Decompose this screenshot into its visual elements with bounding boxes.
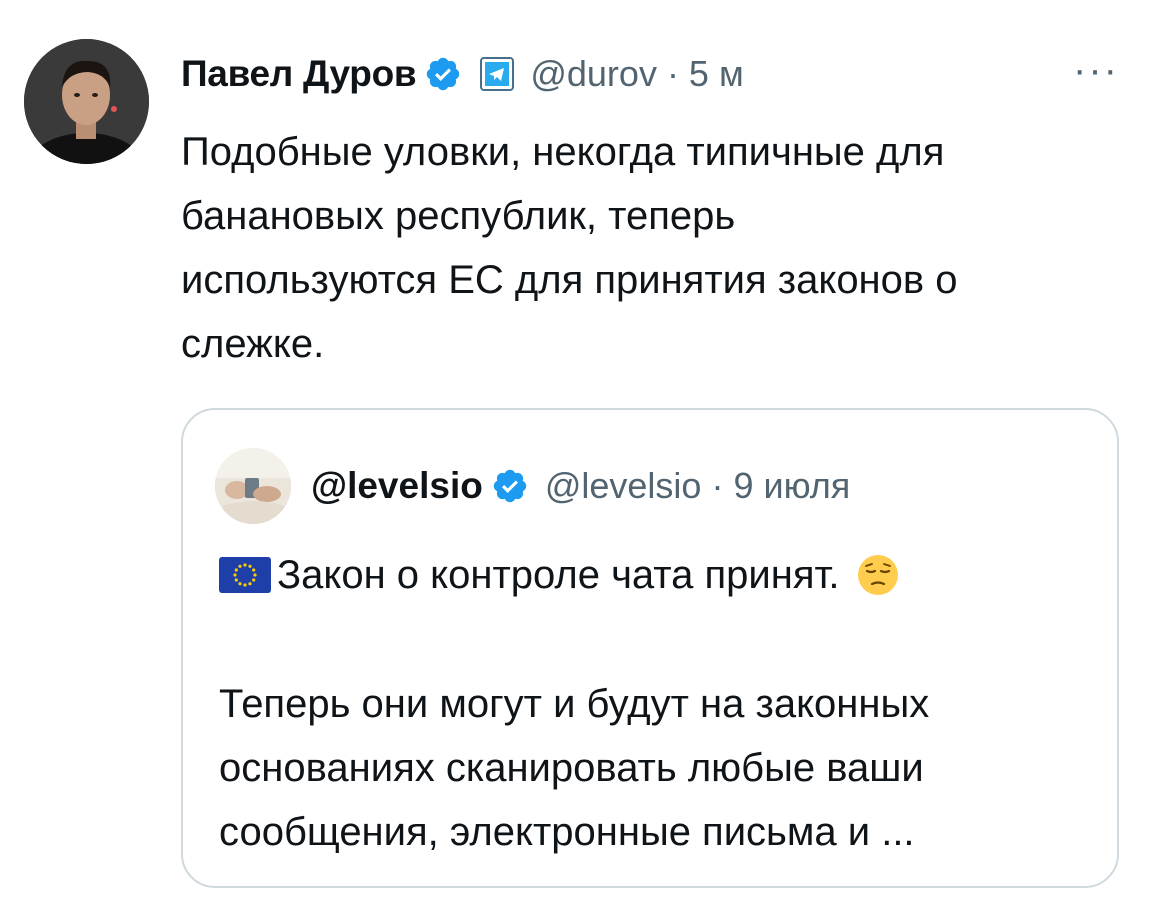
telegram-logo-icon[interactable]: [480, 57, 515, 91]
person-avatar-icon: [24, 39, 149, 164]
quoted-tweet-header: @levelsio @levelsio · 9 июля: [311, 458, 850, 514]
quoted-tweet-first-line: Закон о контроле чата принят.: [219, 545, 900, 605]
more-options-icon[interactable]: ···: [1073, 50, 1119, 90]
quoted-tweet-text: Теперь они могут и будут на законных осн…: [219, 682, 930, 854]
person-avatar-icon: [215, 448, 291, 524]
author-display-name[interactable]: Павел Дуров: [181, 53, 417, 95]
verified-badge-icon[interactable]: [491, 467, 529, 505]
quoted-tweet-headline: Закон о контроле чата принят.: [277, 552, 840, 597]
verified-badge-icon[interactable]: [424, 55, 462, 93]
tweet-card[interactable]: Павел Дуров @durov · 5 м ··· Подобные ул…: [0, 0, 1161, 908]
author-avatar[interactable]: [24, 39, 149, 164]
tweet-text: Подобные уловки, некогда типичные для ба…: [181, 130, 958, 366]
author-handle-and-time[interactable]: @durov · 5 м: [530, 53, 743, 95]
quoted-author-display-name[interactable]: @levelsio: [311, 465, 483, 507]
tweet-header: Павел Дуров @durov · 5 м: [181, 46, 744, 102]
quoted-author-avatar[interactable]: [215, 448, 291, 524]
quoted-author-handle-and-time[interactable]: @levelsio · 9 июля: [545, 465, 850, 507]
eu-flag-icon: [219, 557, 271, 593]
quoted-tweet-card[interactable]: @levelsio @levelsio · 9 июля Закон о кон…: [181, 408, 1119, 888]
pensive-face-emoji: [856, 553, 900, 597]
